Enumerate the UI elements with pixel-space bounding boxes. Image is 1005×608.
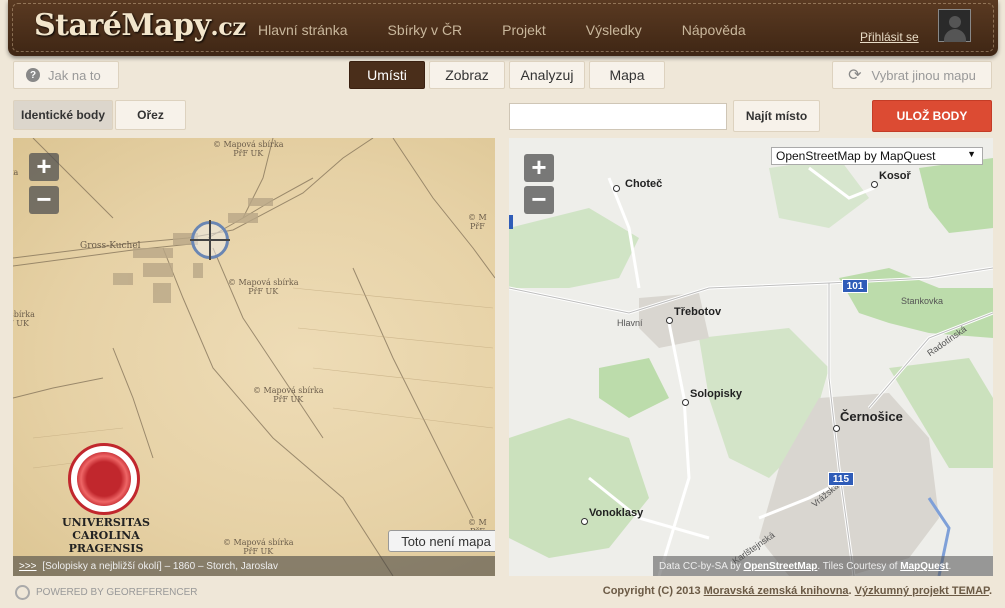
mapquest-link[interactable]: MapQuest bbox=[900, 561, 948, 572]
powered-by[interactable]: POWERED BY GEOREFERENCER bbox=[15, 585, 198, 600]
place-label: Choteč bbox=[625, 178, 663, 190]
tab-analyzuj[interactable]: Analyzuj bbox=[509, 61, 585, 89]
place-dot bbox=[871, 181, 878, 188]
road-shield: 101 bbox=[842, 279, 868, 293]
map-stamp: sbírka bbox=[13, 168, 19, 177]
map-stamp: © Mapová sbírka PřF UK bbox=[223, 538, 294, 556]
chevron-down-icon: ▼ bbox=[967, 149, 976, 159]
place-label: Třebotov bbox=[674, 306, 722, 318]
map-stamp: © MPřF bbox=[468, 213, 487, 231]
layer-select[interactable]: OpenStreetMap by MapQuest ▼ bbox=[771, 147, 983, 165]
place-dot bbox=[833, 425, 840, 432]
nav-results[interactable]: Výsledky bbox=[586, 22, 642, 38]
old-map-viewer[interactable]: + − © Mapová sbírka PřF UK © Mapová sbírk… bbox=[13, 138, 495, 576]
place-dot bbox=[682, 399, 689, 406]
town-label: Gross-Kuchel bbox=[80, 241, 141, 251]
map-stamp: © Mapová sbírka PřF UK bbox=[213, 140, 284, 158]
login-link[interactable]: Přihlásit se bbox=[860, 30, 919, 44]
osm-link[interactable]: OpenStreetMap bbox=[743, 561, 817, 572]
tab-zobraz[interactable]: Zobraz bbox=[429, 61, 505, 89]
crop-toggle[interactable]: Ořez bbox=[115, 100, 186, 130]
choose-other-map-button[interactable]: ⟳ Vybrat jinou mapu bbox=[832, 61, 992, 89]
map-stamp: © Mapová sbírka PřF UK bbox=[228, 278, 299, 296]
ref-map-zoom-in[interactable]: + bbox=[524, 154, 554, 182]
university-seal-icon bbox=[68, 443, 140, 515]
place-dot bbox=[581, 518, 588, 525]
old-map-zoom-in[interactable]: + bbox=[29, 153, 59, 181]
main-nav: Hlavní stránka Sbírky v ČR Projekt Výsle… bbox=[258, 22, 786, 38]
place-dot bbox=[613, 185, 620, 192]
help-button[interactable]: ? Jak na to bbox=[13, 61, 119, 89]
map-stamp: © Mapová sbírka PřF UK bbox=[253, 386, 324, 404]
road-label: Hlavní bbox=[617, 318, 643, 328]
crosshair-target-icon[interactable] bbox=[190, 220, 230, 260]
project-link[interactable]: Výzkumný projekt TEMAP bbox=[855, 585, 989, 597]
refresh-icon: ⟳ bbox=[848, 67, 862, 84]
place-label: Kosoř bbox=[879, 170, 911, 182]
tab-umisti[interactable]: Umísti bbox=[349, 61, 425, 89]
site-header: StaréMapy.cz Hlavní stránka Sbírky v ČR … bbox=[8, 0, 998, 56]
avatar[interactable] bbox=[938, 9, 971, 42]
identical-points-toggle[interactable]: Identické body bbox=[13, 100, 113, 130]
attribution-link[interactable]: >>> bbox=[19, 561, 37, 572]
reference-map-viewer[interactable]: + − OpenStreetMap by MapQuest ▼ Choteč Ko… bbox=[509, 138, 993, 576]
ref-map-attribution: Data CC-by-SA by OpenStreetMap. Tiles Co… bbox=[653, 556, 993, 576]
nav-help[interactable]: Nápověda bbox=[682, 22, 746, 38]
georeferencer-icon bbox=[15, 585, 30, 600]
road-shield: 115 bbox=[828, 472, 854, 486]
save-points-button[interactable]: ULOŽ BODY bbox=[872, 100, 992, 132]
question-icon: ? bbox=[26, 68, 40, 82]
site-logo[interactable]: StaréMapy.cz bbox=[34, 8, 246, 43]
find-place-button[interactable]: Najít místo bbox=[733, 100, 820, 132]
ref-map-zoom-out[interactable]: − bbox=[524, 186, 554, 214]
not-a-map-button[interactable]: Toto není mapa bbox=[388, 530, 495, 552]
nav-collections[interactable]: Sbírky v ČR bbox=[387, 22, 462, 38]
reference-map-drawing bbox=[509, 158, 993, 576]
university-name: UNIVERSITAS CAROLINA PRAGENSIS bbox=[61, 516, 150, 555]
nav-project[interactable]: Projekt bbox=[502, 22, 546, 38]
place-dot bbox=[666, 317, 673, 324]
road-label: Stankovka bbox=[901, 296, 944, 306]
place-label: Vonoklasy bbox=[589, 507, 644, 519]
old-map-zoom-out[interactable]: − bbox=[29, 186, 59, 214]
library-link[interactable]: Moravská zemská knihovna bbox=[704, 585, 849, 597]
place-label: Solopisky bbox=[690, 388, 742, 400]
map-stamp: ová sbírkaPřF UK bbox=[13, 310, 35, 328]
place-label: Černošice bbox=[840, 409, 903, 424]
old-map-attribution: >>> [Solopisky a nejbližší okolí] – 1860… bbox=[13, 556, 495, 576]
tab-mapa[interactable]: Mapa bbox=[589, 61, 665, 89]
place-search-input[interactable] bbox=[509, 103, 727, 130]
nav-home[interactable]: Hlavní stránka bbox=[258, 22, 347, 38]
copyright: Copyright (C) 2013 Moravská zemská kniho… bbox=[602, 585, 992, 597]
